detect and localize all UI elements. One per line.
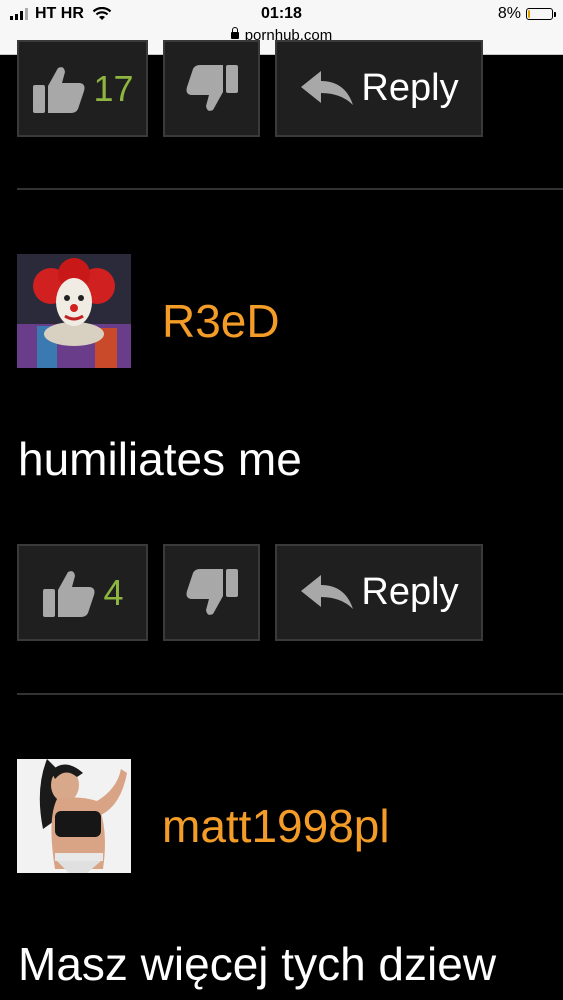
username[interactable]: R3eD	[162, 294, 280, 348]
username[interactable]: matt1998pl	[162, 799, 390, 853]
thumbs-down-button[interactable]	[163, 40, 260, 137]
lock-icon	[230, 27, 239, 39]
comment-actions: 17 Reply	[17, 40, 483, 137]
comment-text: humiliates me	[18, 433, 302, 485]
like-count: 17	[93, 67, 134, 109]
reply-button[interactable]: Reply	[275, 544, 483, 641]
battery-icon	[526, 8, 556, 20]
reply-button[interactable]: Reply	[275, 40, 483, 137]
thumbs-down-icon	[186, 568, 238, 615]
thumbs-up-icon	[33, 66, 85, 113]
thumbs-up-button[interactable]: 4	[17, 544, 148, 641]
thumbs-up-button[interactable]: 17	[17, 40, 148, 137]
comment-divider	[17, 188, 563, 190]
comment-divider	[17, 693, 563, 695]
thumbs-down-icon	[186, 64, 238, 111]
avatar[interactable]	[17, 759, 131, 873]
battery-status: 8%	[497, 5, 556, 23]
clown-avatar-image	[17, 254, 131, 368]
battery-percent: 8%	[497, 5, 521, 22]
user-avatar-image	[17, 759, 131, 873]
reply-label: Reply	[361, 67, 459, 109]
comment-actions: 4 Reply	[17, 544, 483, 641]
reply-arrow-icon	[301, 70, 354, 105]
avatar[interactable]	[17, 254, 131, 368]
clock: 01:18	[261, 5, 302, 22]
thumbs-up-icon	[43, 570, 95, 617]
like-count: 4	[103, 571, 124, 613]
comment-text: Masz więcej tych dziew	[18, 938, 497, 990]
thumbs-down-button[interactable]	[163, 544, 260, 641]
reply-label: Reply	[361, 571, 459, 613]
reply-arrow-icon	[301, 574, 354, 609]
